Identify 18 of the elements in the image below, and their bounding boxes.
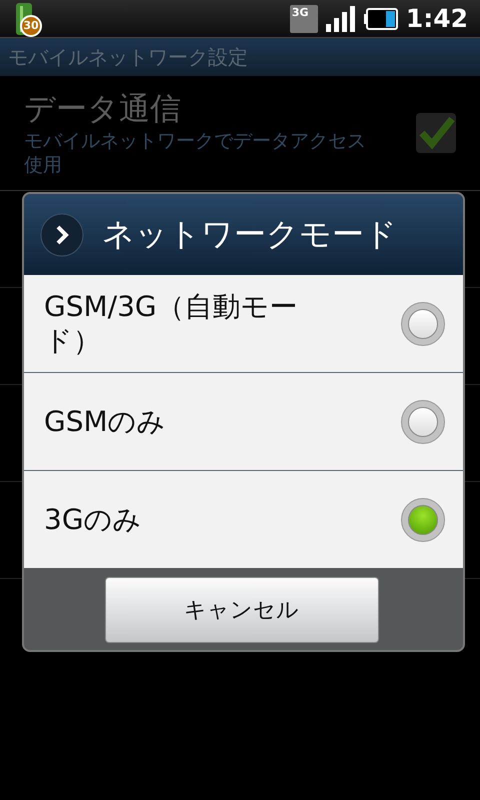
signal-icon — [326, 6, 356, 32]
radio-button[interactable] — [401, 400, 445, 444]
radio-button[interactable] — [401, 498, 445, 542]
screen-title: モバイルネットワーク設定 — [8, 44, 248, 70]
chevron-icon — [40, 212, 84, 256]
option-row[interactable]: GSM/3G（自動モード） — [24, 275, 463, 373]
option-row[interactable]: 3Gのみ — [24, 471, 463, 568]
radio-button[interactable] — [401, 302, 445, 346]
clock-time: 1:42 — [406, 4, 468, 33]
setting-title: データ通信 — [24, 90, 182, 130]
cancel-button[interactable]: キャンセル — [104, 577, 378, 643]
notification-count: 30 — [20, 14, 42, 36]
data-checkbox[interactable] — [416, 113, 456, 153]
network-type-icon: 3G — [290, 4, 318, 32]
setting-summary: モバイルネットワークでデータアクセス使用 — [24, 130, 367, 178]
option-row[interactable]: GSMのみ — [24, 373, 463, 471]
dialog-title: ネットワークモード — [102, 214, 397, 254]
battery-icon — [364, 8, 398, 30]
